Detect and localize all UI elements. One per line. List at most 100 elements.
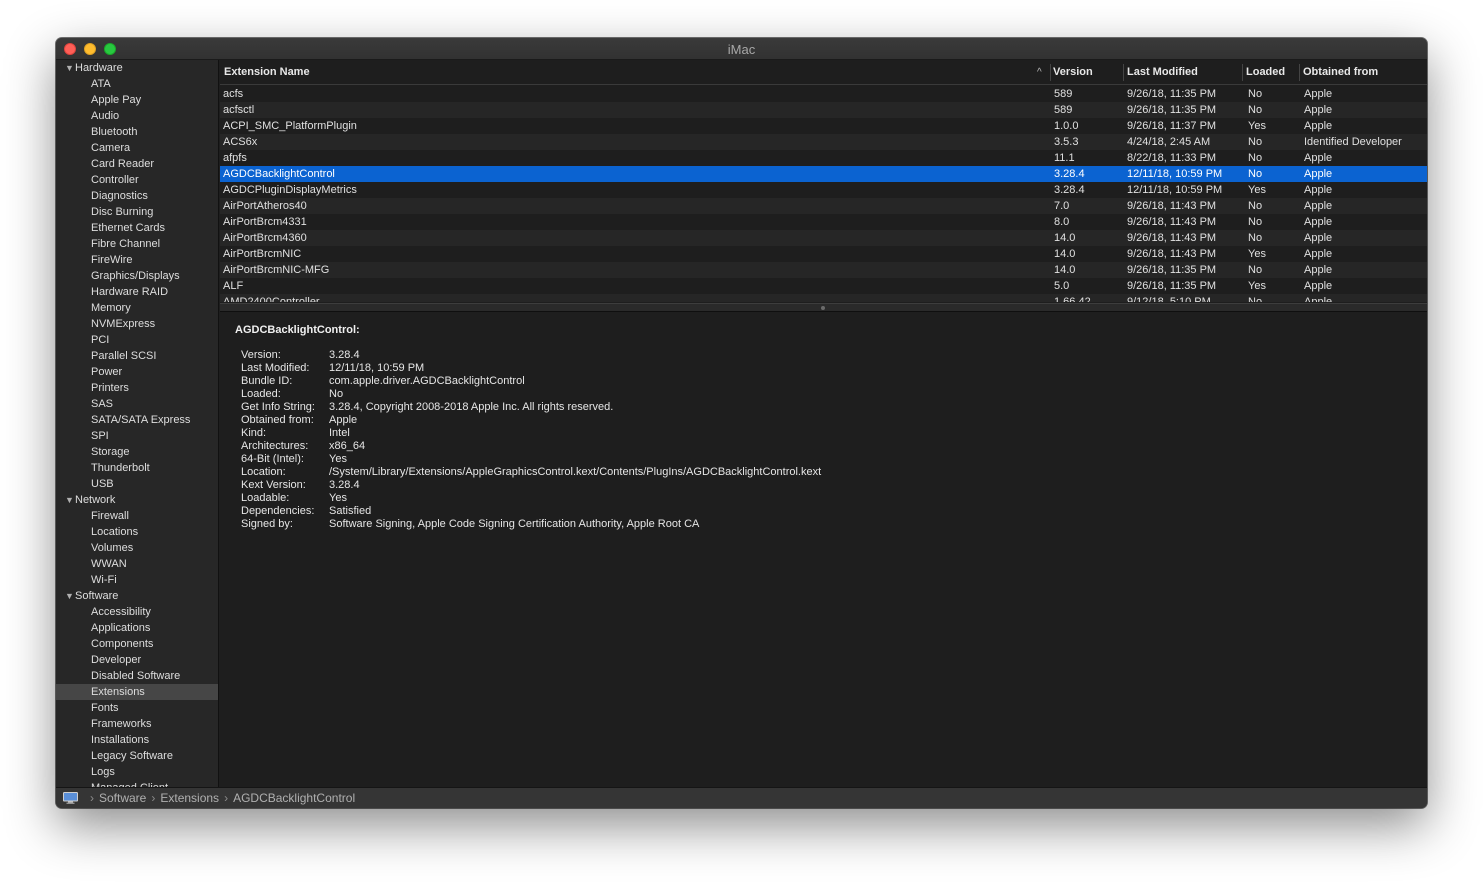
sidebar-section-hardware[interactable]: ▼Hardware — [56, 60, 218, 76]
sidebar-item-usb[interactable]: USB — [56, 476, 218, 492]
column-header-version[interactable]: Version — [1049, 60, 1093, 85]
sidebar-item-wwan[interactable]: WWAN — [56, 556, 218, 572]
sidebar-item-firewire[interactable]: FireWire — [56, 252, 218, 268]
table-row[interactable]: AirPortBrcm4360 14.0 9/26/18, 11:43 PM No Ap… — [220, 230, 1427, 246]
sidebar-item-components[interactable]: Components — [56, 636, 218, 652]
sidebar-item-wi-fi[interactable]: Wi-Fi — [56, 572, 218, 588]
detail-row-64-bit-intel: 64-Bit (Intel): Yes — [241, 453, 1427, 466]
sidebar-item-printers[interactable]: Printers — [56, 380, 218, 396]
cell-loaded: No — [1248, 264, 1263, 276]
disclosure-triangle-icon[interactable]: ▼ — [65, 588, 75, 604]
cell-obtained-from: Apple — [1304, 88, 1333, 100]
sidebar-item-pci[interactable]: PCI — [56, 332, 218, 348]
sidebar-item-volumes[interactable]: Volumes — [56, 540, 218, 556]
sidebar-item-controller[interactable]: Controller — [56, 172, 218, 188]
table-row[interactable]: ACS6x 3.5.3 4/24/18, 2:45 AM No Identified D… — [220, 134, 1427, 150]
cell-loaded: No — [1248, 88, 1263, 100]
cell-obtained-from: Apple — [1304, 184, 1333, 196]
cell-last-modified: 8/22/18, 11:33 PM — [1127, 152, 1217, 164]
sidebar-item-accessibility[interactable]: Accessibility — [56, 604, 218, 620]
splitter-handle-icon[interactable] — [821, 306, 825, 310]
sidebar-item-installations[interactable]: Installations — [56, 732, 218, 748]
table-row[interactable]: AGDCPluginDisplayMetrics 3.28.4 12/11/18, … — [220, 182, 1427, 198]
column-header-last-modified[interactable]: Last Modified — [1123, 60, 1198, 85]
sidebar-section-software[interactable]: ▼Software — [56, 588, 218, 604]
table-row[interactable]: ALF 5.0 9/26/18, 11:35 PM Yes Apple — [220, 278, 1427, 294]
detail-row-architectures: Architectures: x86_64 — [241, 440, 1427, 453]
sidebar-item-disc-burning[interactable]: Disc Burning — [56, 204, 218, 220]
sidebar-item-applications[interactable]: Applications — [56, 620, 218, 636]
cell-last-modified: 9/26/18, 11:35 PM — [1127, 264, 1217, 276]
sidebar-item-developer[interactable]: Developer — [56, 652, 218, 668]
sidebar-item-hardware-raid[interactable]: Hardware RAID — [56, 284, 218, 300]
table-row[interactable]: AirPortBrcm4331 8.0 9/26/18, 11:43 PM No App… — [220, 214, 1427, 230]
sidebar-item-audio[interactable]: Audio — [56, 108, 218, 124]
breadcrumb-item-extensions[interactable]: Extensions — [160, 791, 219, 805]
cell-last-modified: 9/26/18, 11:35 PM — [1127, 280, 1217, 292]
sidebar-item-camera[interactable]: Camera — [56, 140, 218, 156]
detail-value: No — [329, 388, 344, 400]
disclosure-triangle-icon[interactable]: ▼ — [65, 492, 75, 508]
sidebar-item-extensions[interactable]: Extensions — [56, 684, 218, 700]
table-row[interactable]: acfsctl 589 9/26/18, 11:35 PM No Apple — [220, 102, 1427, 118]
sidebar-item-apple-pay[interactable]: Apple Pay — [56, 92, 218, 108]
sidebar-item-spi[interactable]: SPI — [56, 428, 218, 444]
sidebar-item-sata-sata-express[interactable]: SATA/SATA Express — [56, 412, 218, 428]
sidebar-item-nvmexpress[interactable]: NVMExpress — [56, 316, 218, 332]
cell-last-modified: 9/26/18, 11:35 PM — [1127, 88, 1217, 100]
sidebar-item-power[interactable]: Power — [56, 364, 218, 380]
table-row[interactable]: ACPI_SMC_PlatformPlugin 1.0.0 9/26/18, 11:… — [220, 118, 1427, 134]
table-row[interactable]: AirPortBrcmNIC-MFG 14.0 9/26/18, 11:35 PM N… — [220, 262, 1427, 278]
cell-extension-name: AGDCPluginDisplayMetrics — [223, 184, 357, 196]
sidebar-item-memory[interactable]: Memory — [56, 300, 218, 316]
sidebar-item-logs[interactable]: Logs — [56, 764, 218, 780]
table-row[interactable]: AirPortBrcmNIC 14.0 9/26/18, 11:43 PM Yes Ap… — [220, 246, 1427, 262]
sidebar-item-firewall[interactable]: Firewall — [56, 508, 218, 524]
sidebar-item-fonts[interactable]: Fonts — [56, 700, 218, 716]
table-row[interactable]: afpfs 11.1 8/22/18, 11:33 PM No Apple — [220, 150, 1427, 166]
sidebar-item-frameworks[interactable]: Frameworks — [56, 716, 218, 732]
detail-value: Software Signing, Apple Code Signing Cer… — [329, 518, 700, 530]
sidebar-item-bluetooth[interactable]: Bluetooth — [56, 124, 218, 140]
sidebar-item-sas[interactable]: SAS — [56, 396, 218, 412]
detail-value: 3.28.4 — [329, 479, 360, 491]
detail-value: Apple — [329, 414, 358, 426]
table-body[interactable]: acfs 589 9/26/18, 11:35 PM No Apple acfsctl 58… — [220, 86, 1427, 302]
column-header-extension-name[interactable]: Extension Name — [220, 60, 310, 85]
sidebar-item-managed-client[interactable]: Managed Client — [56, 780, 218, 787]
sidebar-item-card-reader[interactable]: Card Reader — [56, 156, 218, 172]
sidebar-item-ethernet-cards[interactable]: Ethernet Cards — [56, 220, 218, 236]
detail-title: AGDCBacklightControl: — [235, 324, 360, 336]
cell-version: 1.0.0 — [1054, 120, 1079, 132]
column-header-obtained-from[interactable]: Obtained from — [1299, 60, 1378, 85]
detail-key: Kext Version: — [241, 479, 306, 491]
cell-last-modified: 9/26/18, 11:35 PM — [1127, 104, 1217, 116]
sidebar-item-thunderbolt[interactable]: Thunderbolt — [56, 460, 218, 476]
sidebar-item-graphics-displays[interactable]: Graphics/Displays — [56, 268, 218, 284]
table-row[interactable]: AMD2400Controller 1.66.42 9/12/18, 5:10 PM… — [220, 294, 1427, 302]
detail-value: com.apple.driver.AGDCBacklightControl — [329, 375, 525, 387]
table-row[interactable]: acfs 589 9/26/18, 11:35 PM No Apple — [220, 86, 1427, 102]
sidebar-item-fibre-channel[interactable]: Fibre Channel — [56, 236, 218, 252]
pane-splitter[interactable] — [220, 303, 1427, 312]
sidebar-item-storage[interactable]: Storage — [56, 444, 218, 460]
breadcrumb-item-software[interactable]: Software — [99, 791, 146, 805]
extensions-table[interactable]: Extension Name ^ Version Last Modified L… — [220, 60, 1427, 303]
disclosure-triangle-icon[interactable]: ▼ — [65, 60, 75, 76]
sidebar-item-ata[interactable]: ATA — [56, 76, 218, 92]
sidebar[interactable]: ▼Hardware ATA Apple Pay Audio Bluetooth Camer… — [56, 60, 219, 787]
sidebar-item-disabled-software[interactable]: Disabled Software — [56, 668, 218, 684]
cell-version: 1.66.42 — [1054, 296, 1091, 302]
column-header-loaded[interactable]: Loaded — [1242, 60, 1285, 85]
sidebar-section-network[interactable]: ▼Network — [56, 492, 218, 508]
breadcrumb-item-agdcbacklightcontrol[interactable]: AGDCBacklightControl — [233, 791, 355, 805]
sidebar-item-legacy-software[interactable]: Legacy Software — [56, 748, 218, 764]
table-row[interactable]: AGDCBacklightControl 3.28.4 12/11/18, 10:5… — [220, 166, 1427, 182]
cell-loaded: No — [1248, 168, 1263, 180]
cell-loaded: No — [1248, 152, 1263, 164]
sidebar-item-locations[interactable]: Locations — [56, 524, 218, 540]
table-row[interactable]: AirPortAtheros40 7.0 9/26/18, 11:43 PM No Ap… — [220, 198, 1427, 214]
sidebar-item-diagnostics[interactable]: Diagnostics — [56, 188, 218, 204]
sidebar-item-parallel-scsi[interactable]: Parallel SCSI — [56, 348, 218, 364]
detail-pane: AGDCBacklightControl: Version: 3.28.4 Last… — [220, 312, 1427, 787]
